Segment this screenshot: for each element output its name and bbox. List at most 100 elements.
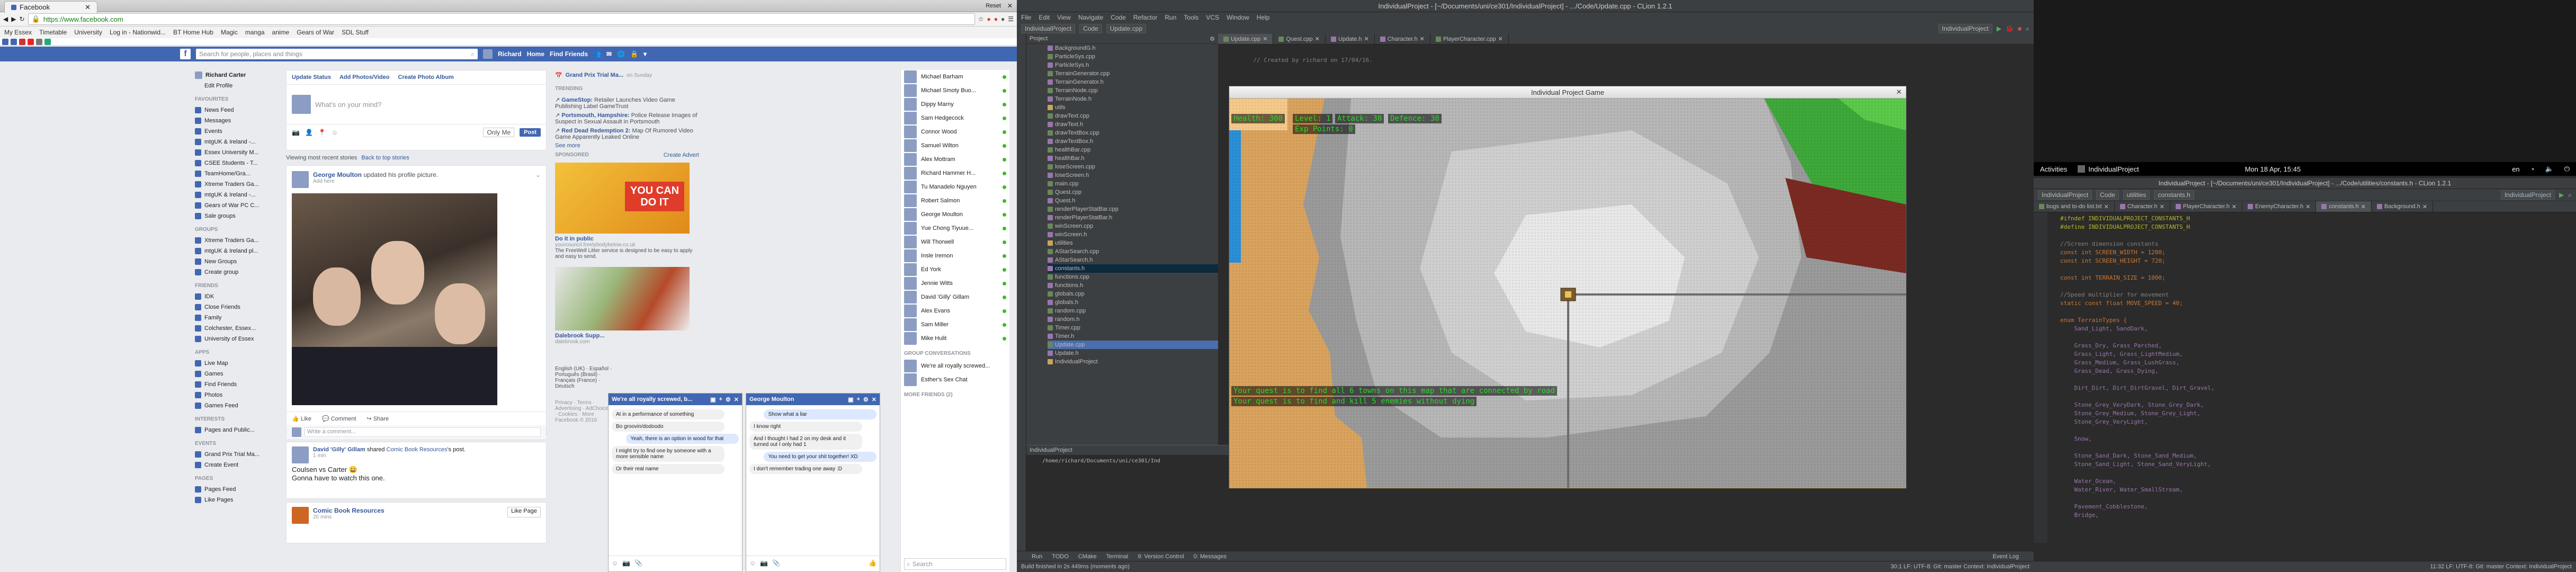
- close-tab-icon[interactable]: ✕: [2104, 203, 2109, 210]
- find-friends-link[interactable]: Find Friends: [550, 50, 588, 58]
- tree-item[interactable]: random.h: [1048, 315, 1218, 324]
- tree-item[interactable]: Timer.cpp: [1048, 324, 1218, 332]
- chat-contact[interactable]: Mike Hulit: [901, 332, 1009, 345]
- tree-item[interactable]: loseScreen.cpp: [1048, 163, 1218, 171]
- left-nav-item-favourite[interactable]: Events: [195, 126, 274, 137]
- menu-item[interactable]: Edit: [1039, 14, 1050, 21]
- breadcrumb-item[interactable]: utilities: [2123, 190, 2150, 200]
- sticker-icon[interactable]: ☺: [612, 559, 618, 567]
- post-author[interactable]: David 'Gilly' Gillam: [313, 446, 365, 453]
- left-nav-item-page[interactable]: Pages Feed: [195, 484, 274, 495]
- menu-icon[interactable]: ☰: [1008, 15, 1014, 23]
- tree-item[interactable]: TerrainGenerator.h: [1048, 78, 1218, 86]
- breadcrumb-item[interactable]: IndividualProject: [1021, 24, 1076, 33]
- star-icon[interactable]: ☆: [978, 15, 984, 23]
- tree-item[interactable]: healthBar.h: [1048, 154, 1218, 163]
- tool-window-button[interactable]: CMake: [1078, 553, 1097, 560]
- add-person-icon[interactable]: +: [719, 396, 722, 403]
- menu-item[interactable]: Code: [1111, 14, 1126, 21]
- left-nav-item-group[interactable]: Create group: [195, 267, 274, 278]
- update-status-tab[interactable]: Update Status: [292, 74, 331, 81]
- close-tab-icon[interactable]: ✕: [2160, 203, 2164, 210]
- chat-contact[interactable]: David 'Gilly' Gillam: [901, 290, 1009, 304]
- network-icon[interactable]: ◔: [2530, 165, 2535, 173]
- left-nav-item-friend-list[interactable]: University of Essex: [195, 334, 274, 344]
- tree-item[interactable]: drawText.cpp: [1048, 112, 1218, 120]
- bookmark-item[interactable]: My Essex: [4, 29, 32, 36]
- menu-item[interactable]: View: [1057, 14, 1071, 21]
- chat-contact[interactable]: Yue Chong Tiyuue...: [901, 221, 1009, 235]
- tool-window-button[interactable]: Event Log: [1992, 553, 2019, 560]
- tree-item[interactable]: Update.cpp: [1048, 341, 1218, 349]
- tree-item[interactable]: TerrainNode.cpp: [1048, 86, 1218, 95]
- extension-icon[interactable]: ●: [994, 15, 998, 23]
- menu-item[interactable]: Refactor: [1133, 14, 1157, 21]
- run-config-dropdown[interactable]: IndividualProject: [1938, 24, 1992, 33]
- editor-tab[interactable]: PlayerCharacter.cpp ✕: [1430, 34, 1509, 44]
- camera-icon[interactable]: 📷: [292, 129, 300, 136]
- create-advert-link[interactable]: Create Advert: [664, 152, 699, 160]
- event-reminder[interactable]: 📅 Grand Prix Trial Ma... on Sunday: [555, 70, 699, 81]
- chat-contact[interactable]: Insle Iremon: [901, 249, 1009, 263]
- tree-item[interactable]: Quest.h: [1048, 196, 1218, 205]
- back-to-top-link[interactable]: Back to top stories: [361, 155, 409, 161]
- volume-icon[interactable]: 🔈: [2545, 165, 2554, 173]
- chat-group[interactable]: Esther's Sex Chat: [901, 373, 1009, 387]
- user-avatar[interactable]: [483, 49, 493, 59]
- chat-contact[interactable]: Sam Miller: [901, 318, 1009, 332]
- tree-item[interactable]: loseScreen.h: [1048, 171, 1218, 180]
- audience-selector[interactable]: Only Me: [483, 128, 515, 137]
- back-icon[interactable]: ◀: [3, 15, 8, 23]
- bookmark-item[interactable]: anime: [272, 29, 290, 36]
- like-page-button[interactable]: Like Page: [507, 507, 541, 517]
- tree-item[interactable]: utils: [1048, 103, 1218, 112]
- messages-icon[interactable]: ✉: [606, 50, 612, 58]
- chat-contact[interactable]: Connor Wood: [901, 125, 1009, 139]
- menu-item[interactable]: Help: [1257, 14, 1270, 21]
- editor-tab[interactable]: Update.cpp ✕: [1218, 34, 1274, 44]
- editor-tab[interactable]: bugs and to-do list.txt ✕: [2034, 201, 2115, 212]
- tool-window-button[interactable]: 0: Messages: [1194, 553, 1227, 560]
- tree-item[interactable]: drawText.h: [1048, 120, 1218, 129]
- left-nav-item-group[interactable]: Xtreme Traders Ga...: [195, 235, 274, 246]
- page-icon[interactable]: [44, 38, 51, 45]
- left-nav-item-app[interactable]: Games Feed: [195, 400, 274, 411]
- chat-window-header[interactable]: George Moulton ▣ + ⚙ ✕: [746, 394, 880, 405]
- tool-window-button[interactable]: Terminal: [1106, 553, 1129, 560]
- stop-icon[interactable]: ■: [2018, 25, 2022, 32]
- tree-item[interactable]: Update.h: [1048, 349, 1218, 358]
- chat-contact[interactable]: Ed York: [901, 263, 1009, 276]
- forward-icon[interactable]: ▶: [11, 15, 16, 23]
- close-tab-icon[interactable]: ✕: [1420, 35, 1425, 42]
- breadcrumb-item[interactable]: constants.h: [2154, 190, 2194, 200]
- tool-window-button[interactable]: Run: [1032, 553, 1042, 560]
- tag-icon[interactable]: 👤: [305, 129, 313, 136]
- reset-button[interactable]: Reset: [986, 3, 1001, 9]
- tree-item[interactable]: ParticleSys.h: [1048, 61, 1218, 69]
- trending-item[interactable]: ↗ Red Dead Redemption 2: Map Of Rumored …: [555, 127, 699, 140]
- tree-item[interactable]: TerrainNode.h: [1048, 95, 1218, 103]
- bookmark-item[interactable]: manga: [245, 29, 265, 36]
- bookmark-item[interactable]: Gears of War: [297, 29, 334, 36]
- tree-item[interactable]: BackgroundG.h: [1048, 44, 1218, 52]
- close-tab-icon[interactable]: ✕: [85, 3, 91, 12]
- chat-contact[interactable]: Jennie Witts: [901, 276, 1009, 290]
- tree-item[interactable]: renderPlayerStatBar.h: [1048, 213, 1218, 222]
- tree-item[interactable]: renderPlayerStatBar.cpp: [1048, 205, 1218, 213]
- like-icon[interactable]: 👍: [869, 559, 876, 567]
- code-editor[interactable]: #ifndef INDIVIDUALPROJECT_CONSTANTS_H #de…: [2034, 212, 2576, 543]
- run-icon[interactable]: ▶: [2559, 191, 2564, 199]
- left-nav-item-favourite[interactable]: Messages: [195, 115, 274, 126]
- avatar[interactable]: [292, 446, 309, 463]
- left-nav-item-event[interactable]: Grand Prix Trial Ma...: [195, 449, 274, 460]
- photo-icon[interactable]: 📷: [622, 559, 630, 567]
- tree-item[interactable]: utilities: [1048, 239, 1218, 247]
- breadcrumb-item[interactable]: Code: [2096, 190, 2119, 200]
- editor-tab[interactable]: constants.h ✕: [2316, 201, 2372, 212]
- search-icon[interactable]: ⌕: [2026, 25, 2029, 33]
- bookmark-item[interactable]: SDL Stuff: [342, 29, 369, 36]
- post-options-icon[interactable]: ⌄: [535, 171, 541, 188]
- tree-item[interactable]: TerrainGenerator.cpp: [1048, 69, 1218, 78]
- close-icon[interactable]: ✕: [872, 396, 876, 403]
- left-nav-item-app[interactable]: Live Map: [195, 358, 274, 369]
